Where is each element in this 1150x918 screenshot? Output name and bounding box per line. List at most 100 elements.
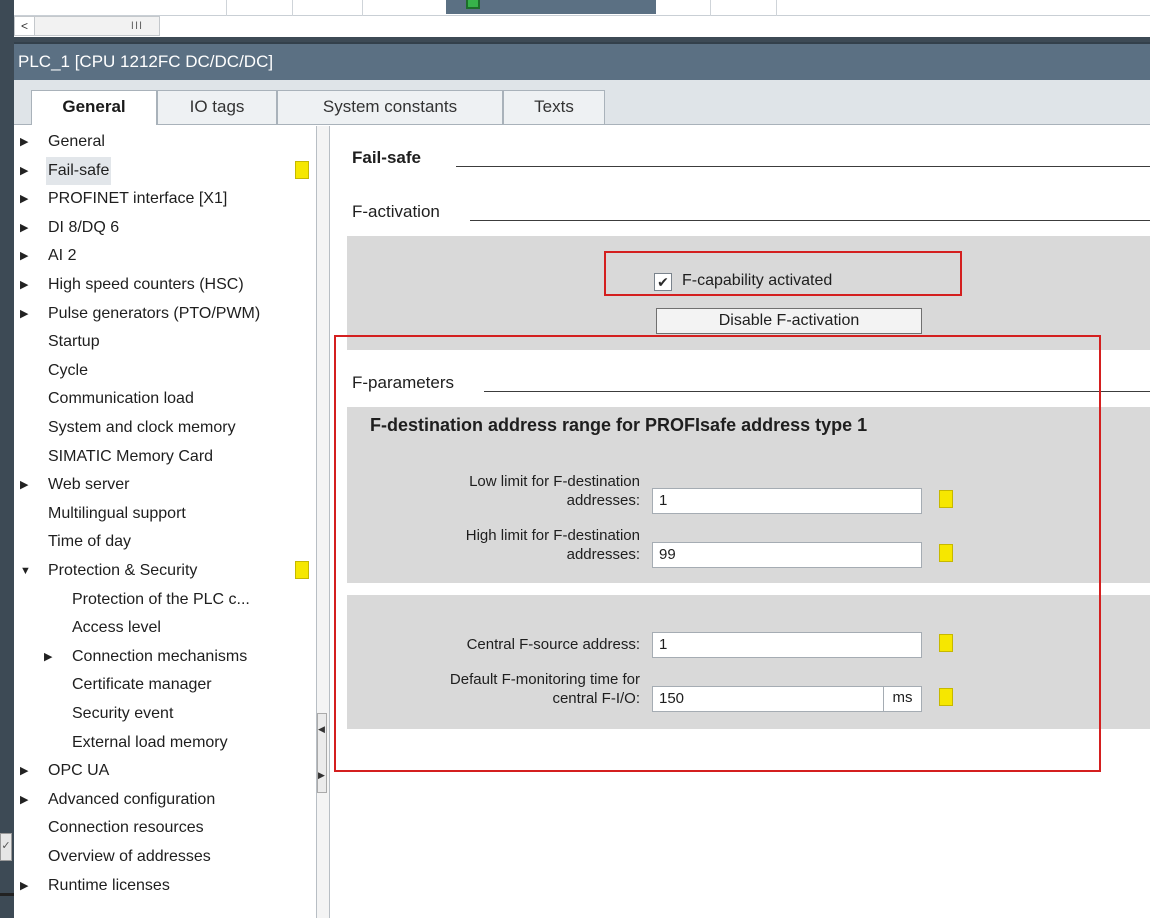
splitter-grip[interactable]: ◀ ▶ xyxy=(317,713,327,793)
nav-item-label: Certificate manager xyxy=(72,676,212,694)
nav-item-label: PROFINET interface [X1] xyxy=(48,190,228,208)
nav-item-label: AI 2 xyxy=(48,247,77,265)
expand-arrow-icon[interactable]: ▶ xyxy=(20,757,28,785)
nav-item[interactable]: Certificate manager xyxy=(14,671,314,699)
device-title: PLC_1 [CPU 1212FC DC/DC/DC] xyxy=(18,52,274,71)
nav-item[interactable]: External load memory xyxy=(14,729,314,757)
expand-arrow-icon[interactable]: ▶ xyxy=(20,242,28,270)
expand-arrow-icon[interactable]: ▶ xyxy=(20,471,28,499)
network-view-strip xyxy=(14,0,1150,16)
expand-arrow-icon[interactable]: ▶ xyxy=(44,643,52,671)
nav-item-label: OPC UA xyxy=(48,762,110,780)
device-status-icon xyxy=(466,0,480,9)
highlight-box-fcapability xyxy=(604,251,962,296)
nav-item-label: Communication load xyxy=(48,390,194,408)
expand-right-icon[interactable]: ▶ xyxy=(318,770,325,781)
nav-item-label: DI 8/DQ 6 xyxy=(48,218,120,236)
nav-item-label: Cycle xyxy=(48,361,89,379)
nav-item[interactable]: Multilingual support xyxy=(14,500,314,528)
nav-item[interactable]: SIMATIC Memory Card xyxy=(14,443,314,471)
nav-item-label: Advanced configuration xyxy=(48,790,216,808)
nav-item-label: Fail-safe xyxy=(46,156,112,185)
inspector-title-bar: PLC_1 [CPU 1212FC DC/DC/DC] xyxy=(14,42,1150,80)
properties-content: Fail-safe F-activation ✔ F-capability ac… xyxy=(330,126,1150,918)
expand-arrow-icon[interactable]: ▶ xyxy=(20,271,28,299)
nav-item[interactable]: Communication load xyxy=(14,385,314,413)
nav-item[interactable]: Security event xyxy=(14,700,314,728)
nav-item[interactable]: ▶ Fail-safe xyxy=(14,156,314,185)
nav-item[interactable]: ▶ Connection mechanisms xyxy=(14,643,314,671)
window-edge-mark xyxy=(0,893,14,896)
nav-item[interactable]: ▶ PROFINET interface [X1] xyxy=(14,185,314,213)
nav-item[interactable]: Time of day xyxy=(14,528,314,556)
panel-splitter[interactable] xyxy=(316,126,330,918)
nav-item-label: Security event xyxy=(72,705,174,722)
nav-item-label: General xyxy=(48,133,105,150)
nav-item[interactable]: ▶ OPC UA xyxy=(14,757,314,785)
nav-item[interactable]: Startup xyxy=(14,328,314,356)
checkmark-icon: ✓ xyxy=(0,833,12,861)
section-rule xyxy=(470,220,1150,221)
nav-item[interactable]: ▶ Web server xyxy=(14,471,314,499)
nav-item[interactable]: ▶ Runtime licenses xyxy=(14,872,314,900)
expand-arrow-icon[interactable]: ▶ xyxy=(20,214,28,242)
scroll-thumb[interactable]: III xyxy=(115,19,159,33)
nav-item-label: Time of day xyxy=(48,533,131,551)
nav-item-label: Overview of addresses xyxy=(48,848,211,865)
nav-item-label: External load memory xyxy=(72,733,228,751)
nav-item-label: Protection & Security xyxy=(48,562,198,579)
collapse-left-icon[interactable]: ◀ xyxy=(318,724,325,735)
nav-item-label: High speed counters (HSC) xyxy=(48,276,244,293)
nav-item[interactable]: System and clock memory xyxy=(14,414,314,442)
strip-divider xyxy=(226,0,227,16)
tab-io-tags[interactable]: IO tags xyxy=(157,90,277,124)
section-rule xyxy=(456,166,1150,167)
nav-item-label: Runtime licenses xyxy=(48,876,170,894)
highlight-box-fparameters xyxy=(334,335,1101,772)
nav-item-label: Access level xyxy=(72,619,161,637)
nav-item[interactable]: ▶ Pulse generators (PTO/PWM) xyxy=(14,300,314,328)
expand-arrow-icon[interactable]: ▶ xyxy=(20,185,28,213)
strip-divider xyxy=(292,0,293,16)
expanded-arrow-icon[interactable]: ▼ xyxy=(20,557,31,585)
scroll-left-button[interactable]: < xyxy=(15,17,35,35)
nav-item-label: SIMATIC Memory Card xyxy=(48,447,214,465)
modified-flag-icon xyxy=(295,561,309,579)
expand-arrow-icon[interactable]: ▶ xyxy=(20,128,28,156)
nav-item[interactable]: Access level xyxy=(14,614,314,642)
nav-item-label: Multilingual support xyxy=(48,504,186,522)
nav-item-label: Protection of the PLC c... xyxy=(72,590,250,608)
nav-item-label: Connection mechanisms xyxy=(72,647,248,665)
expand-arrow-icon[interactable]: ▶ xyxy=(20,872,28,900)
nav-item[interactable]: Connection resources xyxy=(14,814,314,842)
section-title-failsafe: Fail-safe xyxy=(352,148,429,168)
horizontal-scrollbar[interactable]: < III xyxy=(14,16,160,36)
tab-general[interactable]: General xyxy=(31,90,157,125)
nav-item[interactable]: ▼ Protection & Security xyxy=(14,557,314,585)
nav-item-label: Connection resources xyxy=(48,819,204,837)
nav-item[interactable]: Overview of addresses xyxy=(14,843,314,871)
strip-divider xyxy=(776,0,777,16)
nav-item-label: Startup xyxy=(48,333,100,351)
disable-factivation-button[interactable]: Disable F-activation xyxy=(656,308,922,334)
nav-item[interactable]: ▶ High speed counters (HSC) xyxy=(14,271,314,299)
nav-item[interactable]: ▶ DI 8/DQ 6 xyxy=(14,214,314,242)
tab-texts[interactable]: Texts xyxy=(503,90,605,124)
nav-item[interactable]: Protection of the PLC c... xyxy=(14,586,314,614)
tab-system-constants[interactable]: System constants xyxy=(277,90,503,124)
nav-item[interactable]: ▶ General xyxy=(14,128,314,156)
strip-divider xyxy=(362,0,363,16)
nav-item[interactable]: Cycle xyxy=(14,357,314,385)
selected-device-block[interactable] xyxy=(446,0,656,14)
strip-divider xyxy=(710,0,711,16)
inspector-tab-row: General IO tags System constants Texts xyxy=(14,80,1150,125)
nav-item[interactable]: ▶ Advanced configuration xyxy=(14,786,314,814)
window-frame-left xyxy=(0,42,14,918)
expand-arrow-icon[interactable]: ▶ xyxy=(20,157,28,185)
expand-arrow-icon[interactable]: ▶ xyxy=(20,786,28,814)
nav-item[interactable]: ▶ AI 2 xyxy=(14,242,314,270)
expand-arrow-icon[interactable]: ▶ xyxy=(20,300,28,328)
section-title-factivation: F-activation xyxy=(352,202,448,222)
property-nav-tree: ▶ General ▶ Fail-safe ▶ PROFINET interface [X… xyxy=(14,126,318,918)
top-strip: < III xyxy=(0,0,1150,42)
